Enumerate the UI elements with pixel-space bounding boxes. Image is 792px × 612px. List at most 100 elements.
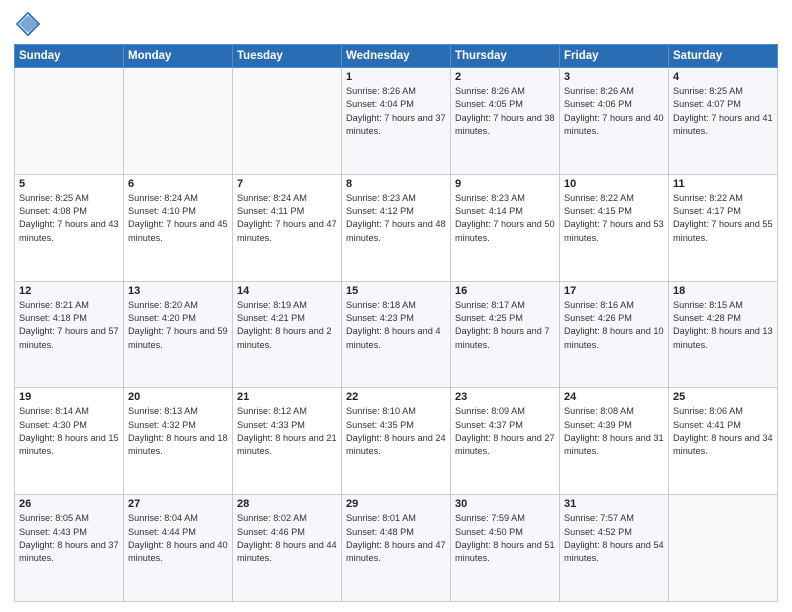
calendar-cell	[669, 495, 778, 602]
day-number: 10	[564, 178, 664, 190]
day-number: 31	[564, 498, 664, 510]
calendar-cell: 22 Sunrise: 8:10 AMSunset: 4:35 PMDaylig…	[342, 388, 451, 495]
calendar-cell: 5 Sunrise: 8:25 AMSunset: 4:08 PMDayligh…	[15, 174, 124, 281]
day-info: Sunrise: 8:23 AMSunset: 4:12 PMDaylight:…	[346, 192, 446, 245]
calendar-cell: 24 Sunrise: 8:08 AMSunset: 4:39 PMDaylig…	[560, 388, 669, 495]
day-number: 24	[564, 391, 664, 403]
logo-icon	[14, 10, 42, 38]
calendar-cell: 6 Sunrise: 8:24 AMSunset: 4:10 PMDayligh…	[124, 174, 233, 281]
calendar-cell: 9 Sunrise: 8:23 AMSunset: 4:14 PMDayligh…	[451, 174, 560, 281]
calendar-cell	[233, 68, 342, 175]
calendar-cell: 12 Sunrise: 8:21 AMSunset: 4:18 PMDaylig…	[15, 281, 124, 388]
header	[14, 10, 778, 38]
day-number: 27	[128, 498, 228, 510]
day-number: 7	[237, 178, 337, 190]
calendar-week-row: 26 Sunrise: 8:05 AMSunset: 4:43 PMDaylig…	[15, 495, 778, 602]
calendar-cell: 3 Sunrise: 8:26 AMSunset: 4:06 PMDayligh…	[560, 68, 669, 175]
day-number: 14	[237, 285, 337, 297]
day-info: Sunrise: 8:20 AMSunset: 4:20 PMDaylight:…	[128, 299, 228, 352]
calendar-cell: 29 Sunrise: 8:01 AMSunset: 4:48 PMDaylig…	[342, 495, 451, 602]
day-info: Sunrise: 8:04 AMSunset: 4:44 PMDaylight:…	[128, 512, 228, 565]
day-info: Sunrise: 8:08 AMSunset: 4:39 PMDaylight:…	[564, 405, 664, 458]
day-number: 29	[346, 498, 446, 510]
calendar-cell: 23 Sunrise: 8:09 AMSunset: 4:37 PMDaylig…	[451, 388, 560, 495]
calendar-cell: 8 Sunrise: 8:23 AMSunset: 4:12 PMDayligh…	[342, 174, 451, 281]
day-number: 11	[673, 178, 773, 190]
day-info: Sunrise: 8:23 AMSunset: 4:14 PMDaylight:…	[455, 192, 555, 245]
calendar-cell	[15, 68, 124, 175]
calendar-cell: 13 Sunrise: 8:20 AMSunset: 4:20 PMDaylig…	[124, 281, 233, 388]
day-info: Sunrise: 8:05 AMSunset: 4:43 PMDaylight:…	[19, 512, 119, 565]
calendar-cell: 14 Sunrise: 8:19 AMSunset: 4:21 PMDaylig…	[233, 281, 342, 388]
day-info: Sunrise: 8:26 AMSunset: 4:06 PMDaylight:…	[564, 85, 664, 138]
day-info: Sunrise: 8:09 AMSunset: 4:37 PMDaylight:…	[455, 405, 555, 458]
day-info: Sunrise: 7:59 AMSunset: 4:50 PMDaylight:…	[455, 512, 555, 565]
calendar: SundayMondayTuesdayWednesdayThursdayFrid…	[14, 44, 778, 602]
day-info: Sunrise: 8:21 AMSunset: 4:18 PMDaylight:…	[19, 299, 119, 352]
weekday-header: Monday	[124, 45, 233, 68]
day-info: Sunrise: 8:13 AMSunset: 4:32 PMDaylight:…	[128, 405, 228, 458]
calendar-cell: 2 Sunrise: 8:26 AMSunset: 4:05 PMDayligh…	[451, 68, 560, 175]
calendar-cell: 16 Sunrise: 8:17 AMSunset: 4:25 PMDaylig…	[451, 281, 560, 388]
calendar-cell: 17 Sunrise: 8:16 AMSunset: 4:26 PMDaylig…	[560, 281, 669, 388]
day-number: 22	[346, 391, 446, 403]
day-number: 3	[564, 71, 664, 83]
day-info: Sunrise: 8:02 AMSunset: 4:46 PMDaylight:…	[237, 512, 337, 565]
day-info: Sunrise: 7:57 AMSunset: 4:52 PMDaylight:…	[564, 512, 664, 565]
calendar-cell: 1 Sunrise: 8:26 AMSunset: 4:04 PMDayligh…	[342, 68, 451, 175]
day-info: Sunrise: 8:26 AMSunset: 4:04 PMDaylight:…	[346, 85, 446, 138]
calendar-cell: 15 Sunrise: 8:18 AMSunset: 4:23 PMDaylig…	[342, 281, 451, 388]
day-number: 9	[455, 178, 555, 190]
day-info: Sunrise: 8:15 AMSunset: 4:28 PMDaylight:…	[673, 299, 773, 352]
day-number: 1	[346, 71, 446, 83]
calendar-cell: 19 Sunrise: 8:14 AMSunset: 4:30 PMDaylig…	[15, 388, 124, 495]
day-number: 13	[128, 285, 228, 297]
calendar-cell: 4 Sunrise: 8:25 AMSunset: 4:07 PMDayligh…	[669, 68, 778, 175]
day-number: 8	[346, 178, 446, 190]
weekday-header-row: SundayMondayTuesdayWednesdayThursdayFrid…	[15, 45, 778, 68]
day-number: 30	[455, 498, 555, 510]
weekday-header: Sunday	[15, 45, 124, 68]
day-info: Sunrise: 8:22 AMSunset: 4:15 PMDaylight:…	[564, 192, 664, 245]
calendar-cell: 25 Sunrise: 8:06 AMSunset: 4:41 PMDaylig…	[669, 388, 778, 495]
calendar-cell: 18 Sunrise: 8:15 AMSunset: 4:28 PMDaylig…	[669, 281, 778, 388]
page: SundayMondayTuesdayWednesdayThursdayFrid…	[0, 0, 792, 612]
day-info: Sunrise: 8:10 AMSunset: 4:35 PMDaylight:…	[346, 405, 446, 458]
logo	[14, 10, 46, 38]
day-number: 12	[19, 285, 119, 297]
day-info: Sunrise: 8:24 AMSunset: 4:10 PMDaylight:…	[128, 192, 228, 245]
day-number: 5	[19, 178, 119, 190]
day-number: 2	[455, 71, 555, 83]
calendar-cell: 31 Sunrise: 7:57 AMSunset: 4:52 PMDaylig…	[560, 495, 669, 602]
weekday-header: Friday	[560, 45, 669, 68]
day-info: Sunrise: 8:17 AMSunset: 4:25 PMDaylight:…	[455, 299, 555, 352]
day-number: 19	[19, 391, 119, 403]
day-number: 23	[455, 391, 555, 403]
day-info: Sunrise: 8:25 AMSunset: 4:08 PMDaylight:…	[19, 192, 119, 245]
calendar-cell: 11 Sunrise: 8:22 AMSunset: 4:17 PMDaylig…	[669, 174, 778, 281]
day-number: 17	[564, 285, 664, 297]
calendar-week-row: 12 Sunrise: 8:21 AMSunset: 4:18 PMDaylig…	[15, 281, 778, 388]
calendar-cell: 26 Sunrise: 8:05 AMSunset: 4:43 PMDaylig…	[15, 495, 124, 602]
day-number: 21	[237, 391, 337, 403]
day-number: 15	[346, 285, 446, 297]
day-info: Sunrise: 8:16 AMSunset: 4:26 PMDaylight:…	[564, 299, 664, 352]
calendar-cell: 21 Sunrise: 8:12 AMSunset: 4:33 PMDaylig…	[233, 388, 342, 495]
day-info: Sunrise: 8:12 AMSunset: 4:33 PMDaylight:…	[237, 405, 337, 458]
calendar-week-row: 1 Sunrise: 8:26 AMSunset: 4:04 PMDayligh…	[15, 68, 778, 175]
day-number: 18	[673, 285, 773, 297]
calendar-cell: 28 Sunrise: 8:02 AMSunset: 4:46 PMDaylig…	[233, 495, 342, 602]
calendar-cell	[124, 68, 233, 175]
day-number: 20	[128, 391, 228, 403]
weekday-header: Saturday	[669, 45, 778, 68]
day-info: Sunrise: 8:25 AMSunset: 4:07 PMDaylight:…	[673, 85, 773, 138]
day-number: 28	[237, 498, 337, 510]
day-number: 16	[455, 285, 555, 297]
day-number: 25	[673, 391, 773, 403]
day-info: Sunrise: 8:18 AMSunset: 4:23 PMDaylight:…	[346, 299, 446, 352]
day-info: Sunrise: 8:19 AMSunset: 4:21 PMDaylight:…	[237, 299, 337, 352]
calendar-cell: 30 Sunrise: 7:59 AMSunset: 4:50 PMDaylig…	[451, 495, 560, 602]
day-info: Sunrise: 8:22 AMSunset: 4:17 PMDaylight:…	[673, 192, 773, 245]
calendar-cell: 7 Sunrise: 8:24 AMSunset: 4:11 PMDayligh…	[233, 174, 342, 281]
calendar-week-row: 5 Sunrise: 8:25 AMSunset: 4:08 PMDayligh…	[15, 174, 778, 281]
